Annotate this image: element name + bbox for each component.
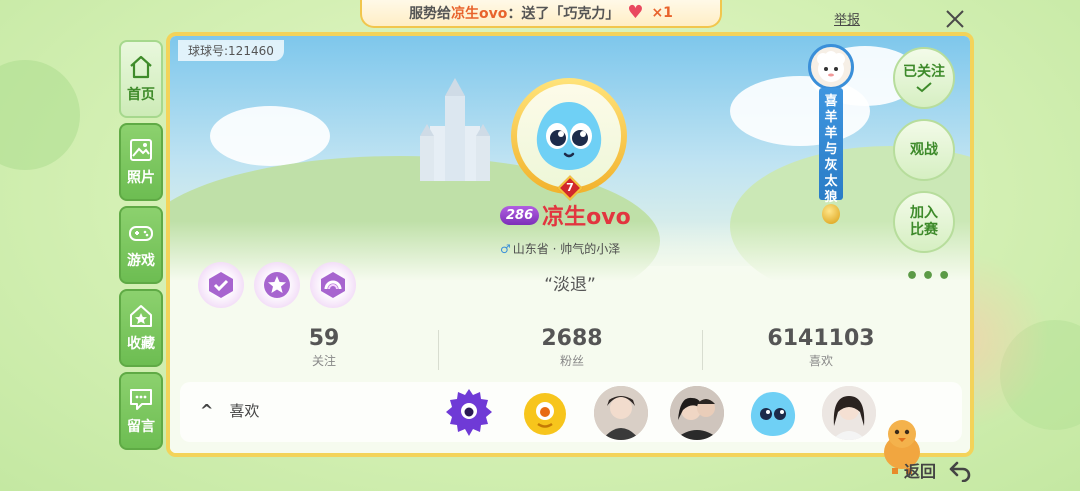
- report-link[interactable]: 举报: [834, 9, 860, 28]
- theme-hanger-tag[interactable]: 喜羊羊与灰太狼: [808, 44, 854, 224]
- chocolate-heart-icon: ♥: [627, 2, 644, 23]
- likes-toggle-label: 喜欢: [229, 402, 260, 420]
- nav-item-label: 照片: [127, 170, 155, 186]
- user-photo-icon: [670, 386, 724, 440]
- castle-illustration: [420, 78, 490, 181]
- liker-avatar[interactable]: [518, 386, 572, 440]
- check-icon: [916, 81, 932, 92]
- followed-button[interactable]: 已关注: [893, 47, 955, 109]
- liker-avatar[interactable]: [670, 386, 724, 440]
- blue-blob-icon: [750, 392, 796, 436]
- rainbow-badge-icon[interactable]: [310, 262, 356, 308]
- user-photo-icon: [594, 386, 648, 440]
- ball-id-label: 球球号:121460: [178, 40, 284, 61]
- stats-row: 59 关注 2688 粉丝 6141103 喜欢: [170, 326, 970, 372]
- back-label: 返回: [904, 462, 937, 481]
- likes-panel: ^ 喜欢: [180, 382, 962, 442]
- liker-avatar[interactable]: [442, 386, 496, 440]
- nav-item-photos[interactable]: 照片: [119, 123, 163, 201]
- nickname: 凉生ovo: [542, 205, 631, 230]
- purple-monster-icon: [446, 389, 492, 436]
- join-match-button[interactable]: 加入 比赛: [893, 191, 955, 253]
- return-arrow-icon: [949, 461, 971, 482]
- chevron-up-icon: ^: [200, 401, 214, 420]
- male-gender-icon: ♂: [500, 242, 511, 256]
- join-match-label-line1: 加入: [910, 205, 938, 221]
- nav-item-label: 首页: [127, 87, 155, 103]
- likes-toggle[interactable]: ^ 喜欢: [200, 400, 259, 421]
- star-badge-icon[interactable]: [254, 262, 300, 308]
- theme-label: 喜羊羊与灰太狼: [819, 88, 843, 205]
- nav-item-label: 收藏: [127, 336, 155, 352]
- message-icon: [130, 389, 152, 410]
- liker-avatar[interactable]: [594, 386, 648, 440]
- bell-icon: [822, 204, 840, 224]
- home-icon: [130, 55, 152, 79]
- following-count: 59: [308, 326, 340, 351]
- fans-count: 2688: [541, 326, 603, 351]
- name-row: 286 凉生ovo: [500, 201, 650, 230]
- level-badge: 286: [500, 205, 540, 225]
- nav-item-favorites[interactable]: 收藏: [119, 289, 163, 367]
- sheep-avatar-icon: [808, 44, 854, 90]
- banner-action-text: ：送了「巧克力」: [507, 6, 620, 22]
- gift-notification-banner: 服势给 凉生ovo ：送了「巧克力」 ♥ ×1: [360, 0, 722, 28]
- star-house-icon: [130, 305, 152, 327]
- blue-blob-avatar-icon: [536, 102, 602, 170]
- user-photo-icon: [822, 386, 876, 440]
- spectate-label: 观战: [910, 141, 938, 158]
- nav-item-messages[interactable]: 留言: [119, 372, 163, 450]
- close-icon[interactable]: [942, 6, 968, 32]
- liker-avatar[interactable]: [746, 386, 800, 440]
- stat-fans[interactable]: 2688 粉丝: [512, 326, 632, 369]
- location-text: 山东省 · 帅气的小泽: [512, 242, 621, 256]
- followed-label: 已关注: [903, 63, 945, 80]
- nav-item-label: 游戏: [127, 253, 155, 269]
- stat-likes[interactable]: 6141103 喜欢: [761, 326, 881, 369]
- nav-item-home[interactable]: 首页: [119, 40, 163, 118]
- fans-label: 粉丝: [559, 354, 584, 368]
- photo-icon: [130, 139, 152, 161]
- join-match-label-line2: 比赛: [910, 222, 938, 238]
- nav-item-label: 留言: [127, 419, 155, 435]
- spectate-button[interactable]: 观战: [893, 119, 955, 181]
- following-label: 关注: [311, 354, 336, 368]
- signature-text: “淡退”: [544, 275, 596, 295]
- more-options-icon[interactable]: •••: [905, 266, 951, 290]
- liker-avatar[interactable]: [822, 386, 876, 440]
- nav-item-games[interactable]: 游戏: [119, 206, 163, 284]
- banner-prefix: 服势给: [409, 6, 452, 22]
- likes-label: 喜欢: [808, 354, 833, 368]
- likes-count: 6141103: [767, 326, 875, 351]
- location-row: ♂ 山东省 · 帅气的小泽: [500, 240, 645, 257]
- background-blob: [0, 60, 80, 170]
- check-badge-icon[interactable]: [198, 262, 244, 308]
- back-button[interactable]: 返回: [878, 414, 978, 490]
- banner-username: 凉生ovo: [451, 6, 508, 22]
- badge-list: [198, 262, 356, 308]
- yellow-monster-icon: [524, 393, 566, 435]
- banner-multiplier: ×1: [651, 5, 673, 21]
- rank-number: 7: [566, 181, 574, 194]
- stat-following[interactable]: 59 关注: [264, 326, 384, 369]
- gamepad-icon: [129, 226, 153, 241]
